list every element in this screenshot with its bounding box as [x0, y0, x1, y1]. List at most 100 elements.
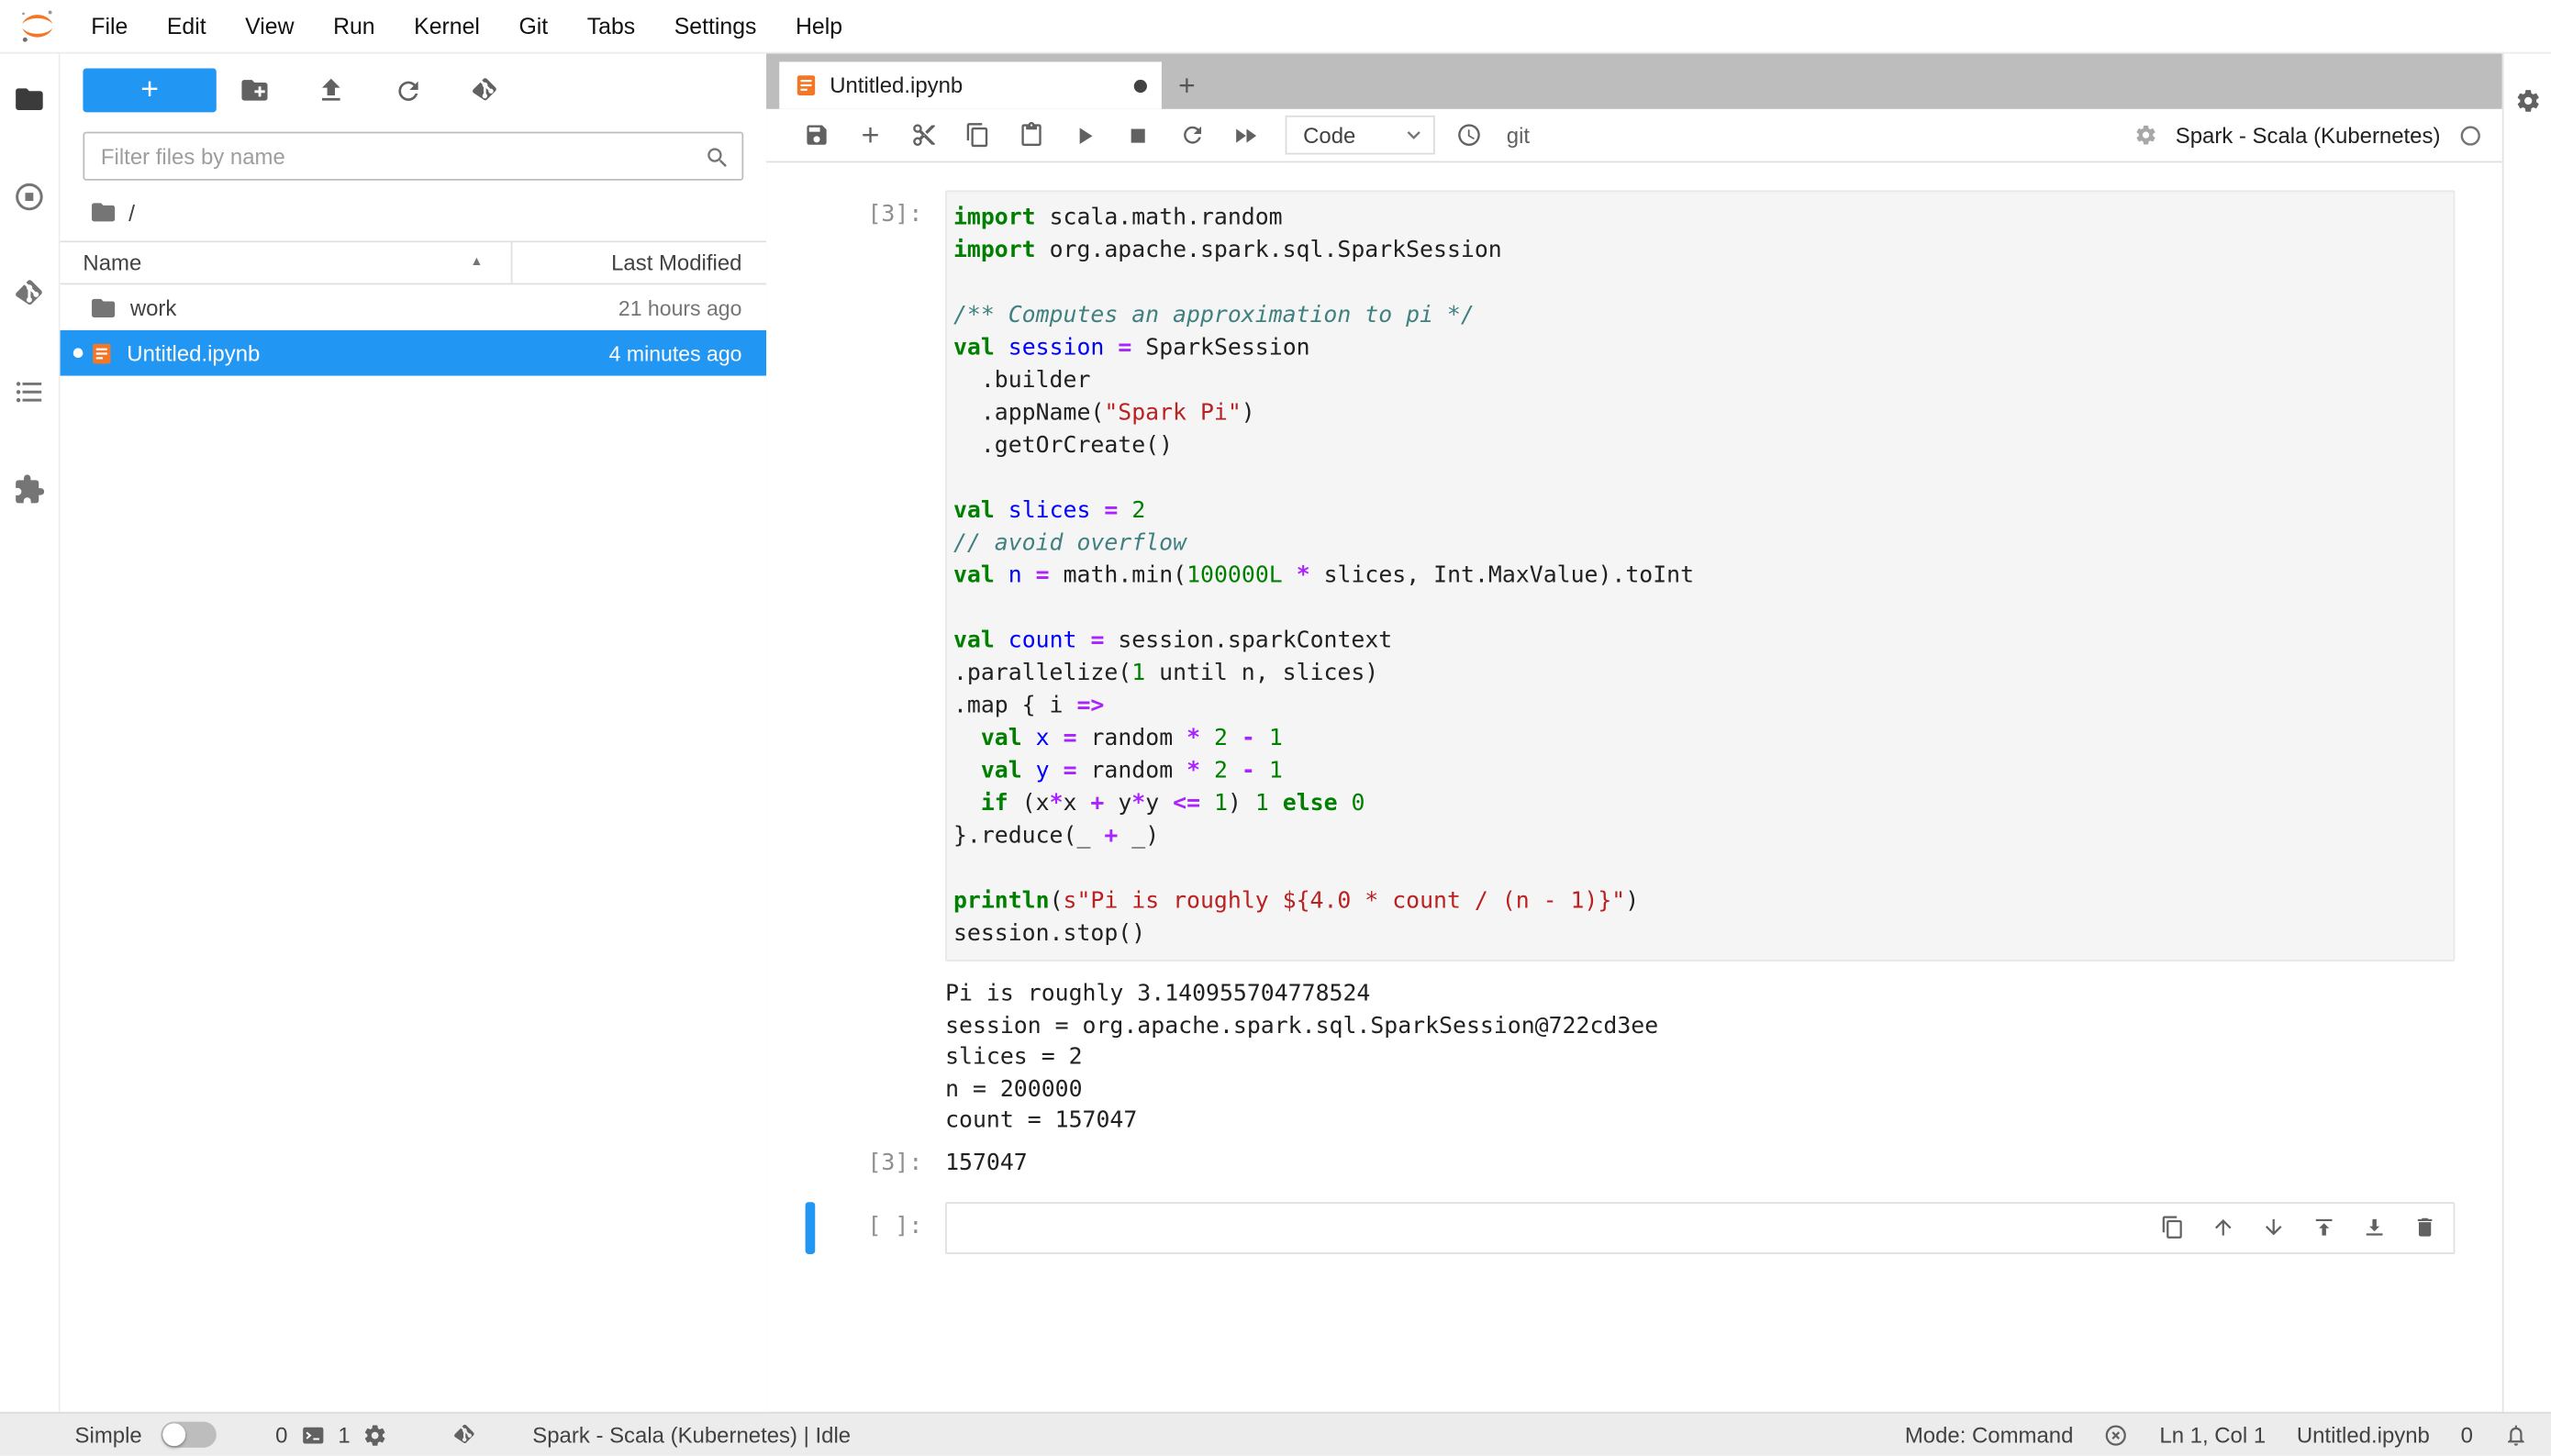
- insert-cell-below-button[interactable]: [2361, 1214, 2389, 1241]
- sidebar-tab-table-of-contents[interactable]: [0, 350, 59, 434]
- cut-icon: [910, 122, 936, 148]
- empty-execution-prompt: [ ]:: [867, 1212, 923, 1239]
- notebook-history-button[interactable]: [1442, 114, 1496, 156]
- cell-toolbar: [2159, 1203, 2439, 1251]
- menu-item-git[interactable]: Git: [499, 13, 567, 39]
- breadcrumb-root[interactable]: /: [128, 199, 135, 225]
- git-toolbar-button[interactable]: git: [1507, 123, 1530, 148]
- cursor-position[interactable]: Ln 1, Col 1: [2159, 1423, 2266, 1448]
- empty-cell-editor[interactable]: [945, 1201, 2456, 1254]
- new-folder-icon: [240, 75, 271, 106]
- save-icon: [803, 122, 829, 148]
- restart-run-all-button[interactable]: [1219, 114, 1273, 156]
- terminal-icon: [301, 1423, 326, 1448]
- plus-icon: [1174, 73, 1198, 98]
- stop-circle-icon: [13, 181, 45, 213]
- menu-items: File Edit View Run Kernel Git Tabs Settings Help: [72, 0, 862, 52]
- interrupt-kernel-button[interactable]: [1111, 114, 1165, 156]
- duplicate-cell-button[interactable]: [2159, 1214, 2187, 1241]
- run-cell-button[interactable]: [1057, 114, 1111, 156]
- cut-cell-button[interactable]: [897, 114, 951, 156]
- running-sessions-status[interactable]: 0 1: [275, 1422, 388, 1448]
- cell-type-dropdown[interactable]: Code: [1285, 115, 1435, 155]
- command-mode-indicator: Mode: Command: [1904, 1422, 2074, 1448]
- menu-item-view[interactable]: View: [226, 13, 314, 39]
- insert-cell-above-button[interactable]: [2311, 1214, 2338, 1241]
- git-clone-button[interactable]: [446, 68, 522, 112]
- kernel-name[interactable]: Spark - Scala (Kubernetes): [2176, 123, 2441, 148]
- tab-untitled-ipynb[interactable]: Untitled.ipynb: [779, 61, 1162, 109]
- copy-icon: [2160, 1215, 2185, 1239]
- cell-output-area: Pi is roughly 3.140955704778524 session =…: [766, 979, 2502, 1138]
- cell-result-area: [3]: 157047: [766, 1150, 2502, 1175]
- insert-cell-button[interactable]: [842, 114, 897, 156]
- toggle-knob: [162, 1423, 186, 1447]
- new-folder-button[interactable]: [217, 68, 293, 112]
- paste-cell-button[interactable]: [1004, 114, 1058, 156]
- cell-editor[interactable]: import scala.math.random import org.apach…: [945, 190, 2456, 961]
- plus-icon: [856, 122, 882, 148]
- home-folder-icon[interactable]: [90, 198, 117, 226]
- git-status-icon[interactable]: [452, 1423, 477, 1448]
- column-header-modified[interactable]: Last Modified: [510, 242, 741, 283]
- sidebar-tab-running-sessions[interactable]: [0, 154, 59, 239]
- file-row-untitled-ipynb[interactable]: Untitled.ipynb 4 minutes ago: [60, 329, 767, 376]
- clock-icon: [1455, 122, 1481, 148]
- circle-cross-icon[interactable]: [2104, 1423, 2129, 1448]
- kernel-area: Spark - Scala (Kubernetes): [2134, 120, 2482, 150]
- menu-item-help[interactable]: Help: [776, 13, 863, 39]
- menu-item-run[interactable]: Run: [314, 13, 395, 39]
- menu-item-kernel[interactable]: Kernel: [395, 13, 499, 39]
- kernels-count: 1: [338, 1422, 351, 1448]
- notification-count: 0: [2460, 1422, 2473, 1448]
- file-list-header: Name ▲ Last Modified: [60, 240, 767, 285]
- move-cell-down-button[interactable]: [2260, 1214, 2288, 1241]
- file-row-work[interactable]: work 21 hours ago: [61, 284, 766, 330]
- breadcrumb: /: [61, 181, 766, 236]
- sort-ascending-icon[interactable]: ▲: [470, 254, 483, 268]
- menu-item-file[interactable]: File: [72, 13, 148, 39]
- cell-code: import scala.math.random import org.apach…: [952, 205, 1695, 947]
- file-modified: 4 minutes ago: [608, 340, 742, 366]
- refresh-icon: [393, 75, 422, 105]
- menu-item-tabs[interactable]: Tabs: [567, 13, 654, 39]
- notebook-icon: [90, 340, 115, 365]
- empty-cell: [ ]:: [766, 1201, 2502, 1254]
- bell-icon[interactable]: [2504, 1423, 2529, 1448]
- column-header-name[interactable]: Name: [83, 242, 510, 283]
- upload-icon: [316, 75, 347, 106]
- stop-icon: [1124, 121, 1152, 149]
- jupyter-logo-icon: [17, 5, 59, 47]
- sidebar-tab-git[interactable]: [0, 252, 59, 337]
- terminals-count: 0: [275, 1422, 288, 1448]
- kernel-icon: [363, 1423, 388, 1448]
- new-tab-button[interactable]: [1162, 61, 1210, 108]
- menu-item-settings[interactable]: Settings: [654, 13, 775, 39]
- sidebar-tab-property-inspector[interactable]: [2514, 86, 2540, 116]
- unsaved-changes-dot[interactable]: [1133, 78, 1147, 93]
- menu-item-edit[interactable]: Edit: [148, 13, 226, 39]
- file-name: Untitled.ipynb: [127, 340, 261, 366]
- new-launcher-button[interactable]: +: [83, 68, 217, 113]
- kernel-status-text[interactable]: Spark - Scala (Kubernetes) | Idle: [532, 1423, 851, 1448]
- upload-button[interactable]: [293, 68, 369, 112]
- active-cell-collapser[interactable]: [805, 1201, 816, 1254]
- arrow-down-icon: [2261, 1215, 2286, 1239]
- copy-cell-button[interactable]: [950, 114, 1004, 156]
- move-cell-up-button[interactable]: [2210, 1214, 2237, 1241]
- simple-interface-toggle[interactable]: [161, 1421, 217, 1449]
- restart-kernel-button[interactable]: [1164, 114, 1219, 156]
- fast-forward-icon: [1231, 121, 1259, 149]
- right-sidebar: [2501, 53, 2551, 1413]
- filter-files: [83, 131, 744, 181]
- filter-files-input[interactable]: [83, 131, 744, 181]
- delete-cell-button[interactable]: [2412, 1214, 2439, 1241]
- gear-icon[interactable]: [2134, 120, 2157, 150]
- kernel-status-icon[interactable]: [2458, 123, 2483, 148]
- refresh-button[interactable]: [369, 68, 445, 112]
- left-sidebar: [0, 53, 61, 1413]
- sidebar-tab-extensions[interactable]: [0, 448, 59, 532]
- cell-type-value: Code: [1303, 122, 1356, 148]
- sidebar-tab-file-browser[interactable]: [0, 57, 59, 141]
- save-button[interactable]: [789, 114, 843, 156]
